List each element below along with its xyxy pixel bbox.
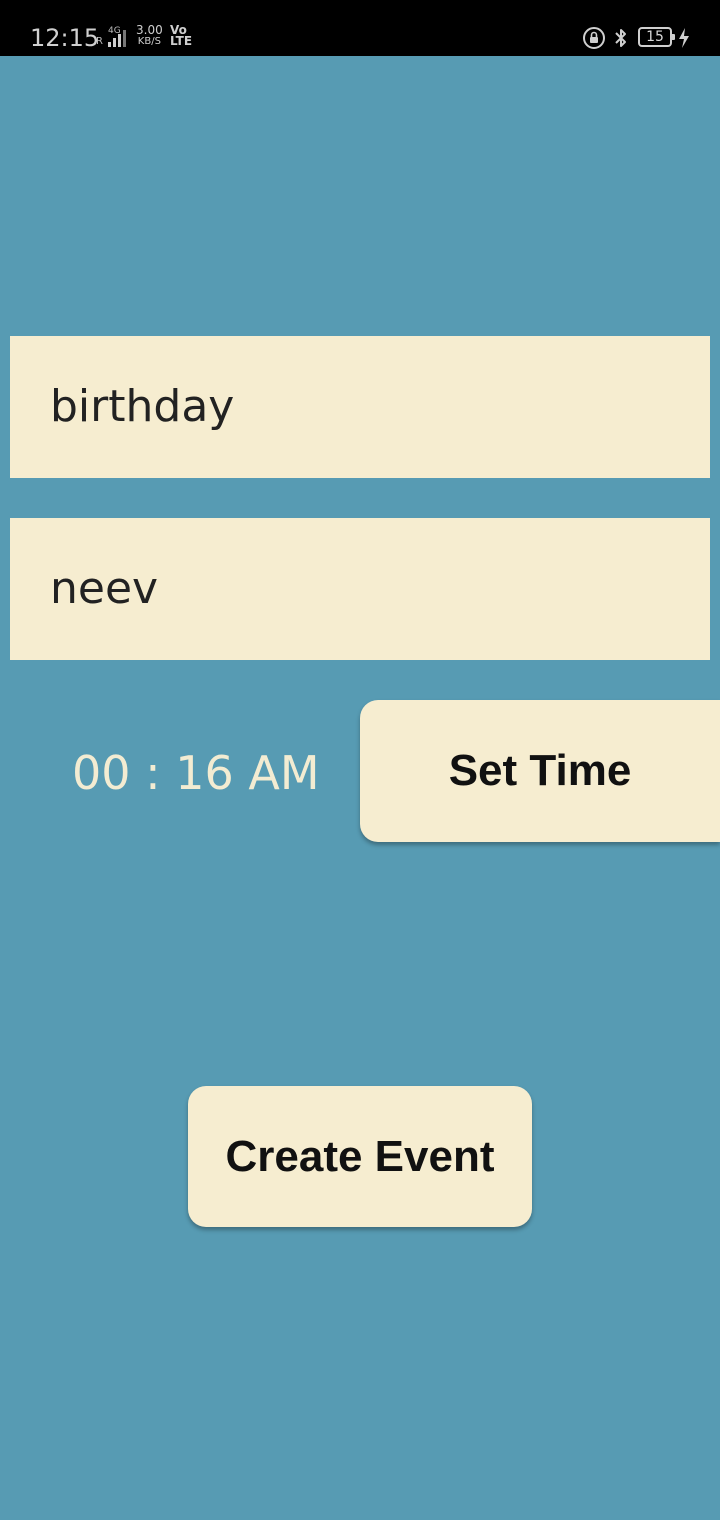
roaming-indicator: R [96,36,103,47]
create-event-button[interactable]: Create Event [188,1086,532,1227]
volte-bottom: LTE [170,34,193,48]
speed-value: 3.00 [136,23,163,37]
lock-rotation-icon [583,27,605,49]
status-bar: 12:15 4G R 3.00 KB/S Vo LTE 15 [0,0,720,56]
status-icons: 15 [582,26,692,50]
bluetooth-icon [615,29,626,47]
event-name-input[interactable] [10,336,710,478]
set-time-button[interactable]: Set Time [360,700,720,842]
volte-indicator: Vo LTE [170,24,193,48]
battery-icon: 15 [638,27,675,47]
network-speed: 3.00 KB/S [136,23,163,47]
selected-time-display: 00 : 16 AM [72,746,320,800]
person-name-input[interactable] [10,518,710,660]
charging-icon [679,28,689,48]
signal-icon [108,30,126,47]
speed-unit: KB/S [137,36,161,47]
status-time: 12:15 [30,24,100,52]
